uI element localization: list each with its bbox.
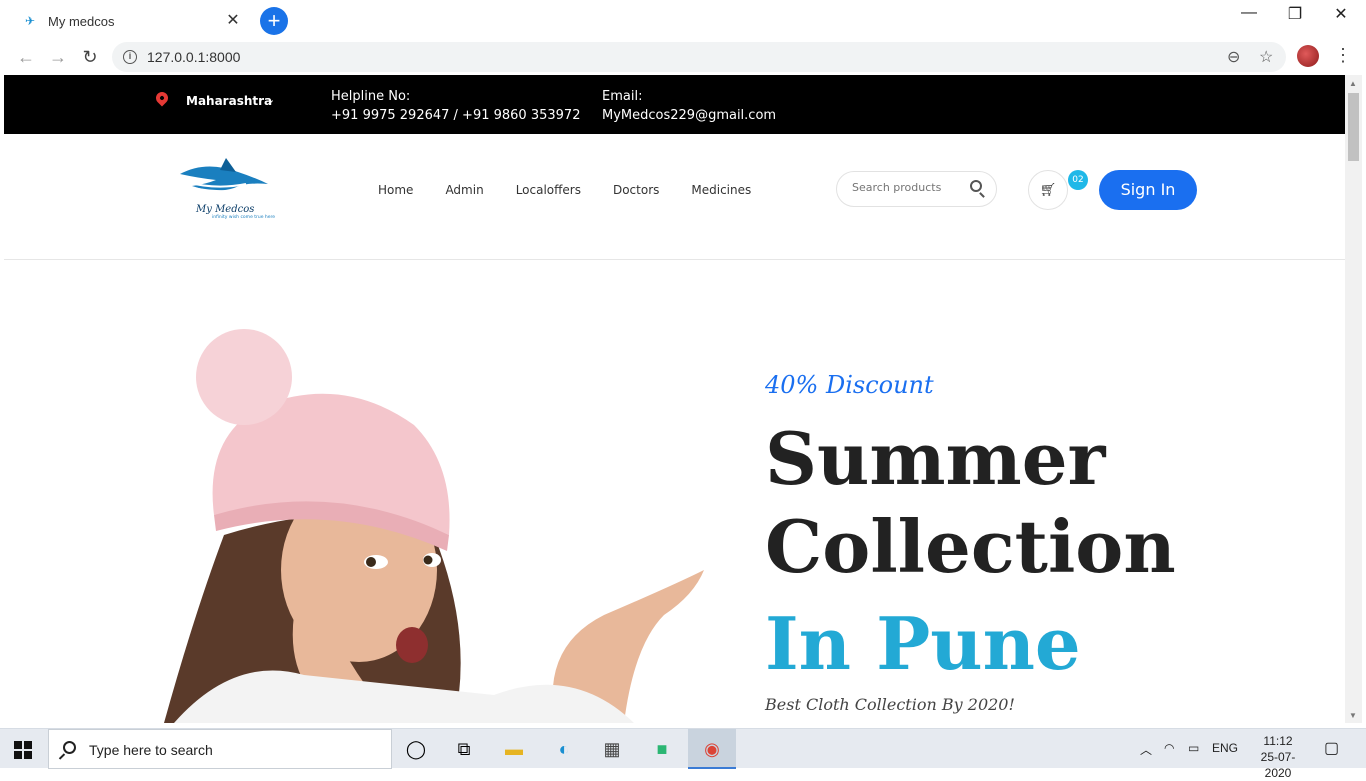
- cart-button[interactable]: 🛒︎: [1028, 170, 1068, 210]
- chevron-down-icon[interactable]: ⌄: [266, 93, 275, 106]
- language-indicator[interactable]: ENG: [1212, 741, 1238, 755]
- hero-headline-accent: In Pune: [765, 601, 1081, 686]
- hero-headline-line2: Collection: [765, 504, 1176, 589]
- logo-dolphin-icon: My Medcos infinity wish come true here: [180, 158, 275, 220]
- file-explorer-icon[interactable]: ▬: [501, 737, 527, 761]
- close-tab-icon[interactable]: ✕: [224, 12, 242, 30]
- helpline-numbers: +91 9975 292647 / +91 9860 353972: [331, 108, 581, 123]
- zoom-icon[interactable]: ⊖: [1227, 47, 1240, 67]
- scroll-up-icon[interactable]: ▲: [1349, 79, 1357, 88]
- sign-in-button[interactable]: Sign In: [1099, 170, 1197, 210]
- helpline-label: Helpline No:: [331, 89, 411, 104]
- close-window-icon[interactable]: ✕: [1326, 4, 1356, 24]
- product-search: [836, 171, 997, 207]
- new-tab-button[interactable]: +: [260, 7, 288, 35]
- hero-image: [164, 329, 704, 723]
- scrollbar-thumb[interactable]: [1348, 93, 1359, 161]
- page-viewport: Maharashtra ⌄ Helpline No: +91 9975 2926…: [4, 75, 1345, 723]
- hero-subline: Best Cloth Collection By 2020!: [765, 695, 1015, 714]
- system-clock[interactable]: 11:12 25-07-2020: [1248, 733, 1308, 781]
- clock-time: 11:12: [1263, 734, 1293, 748]
- store-icon[interactable]: ▦: [599, 737, 625, 761]
- logo-tagline: infinity wish come true here: [212, 214, 275, 220]
- battery-icon[interactable]: ▭: [1188, 741, 1199, 755]
- address-bar[interactable]: i 127.0.0.1:8000 ⊖ ☆: [112, 42, 1286, 72]
- nav-localoffers[interactable]: Localoffers: [516, 183, 581, 197]
- location-pin-icon: [153, 89, 171, 107]
- notification-icon[interactable]: ▢: [1324, 738, 1339, 758]
- hero-discount: 40% Discount: [765, 371, 934, 399]
- cart-count-badge: 02: [1068, 170, 1088, 190]
- email-info: Email: MyMedcos229@gmail.com: [602, 87, 776, 125]
- nav-medicines[interactable]: Medicines: [691, 183, 751, 197]
- search-input[interactable]: [852, 181, 967, 194]
- cart-icon: 🛒︎: [1039, 182, 1057, 197]
- tray-chevron-up-icon[interactable]: ︿: [1140, 741, 1152, 758]
- top-info-bar: Maharashtra ⌄ Helpline No: +91 9975 2926…: [4, 75, 1345, 134]
- main-nav: Home Admin Localoffers Doctors Medicines: [378, 183, 783, 197]
- minimize-icon[interactable]: —: [1234, 4, 1264, 22]
- site-header: My Medcos infinity wish come true here H…: [4, 134, 1345, 260]
- hero-headline-line1: Summer: [765, 416, 1106, 501]
- profile-avatar[interactable]: [1297, 45, 1319, 67]
- taskbar-search-placeholder: Type here to search: [89, 742, 213, 758]
- windows-start-icon[interactable]: [14, 741, 32, 759]
- site-info-icon[interactable]: i: [123, 50, 137, 64]
- windows-taskbar: Type here to search ◯ ⧉ ▬ ◐ ▦ ■ ◉ ︿ ◠ ▭ …: [0, 728, 1366, 780]
- back-icon[interactable]: ←: [15, 46, 37, 68]
- restore-icon[interactable]: ❐: [1280, 4, 1310, 24]
- search-icon[interactable]: [970, 180, 982, 192]
- browser-tab[interactable]: ✈ My medcos ✕: [8, 6, 248, 36]
- hero-headline: Summer Collection: [765, 415, 1176, 591]
- wifi-icon[interactable]: ◠: [1164, 741, 1174, 755]
- forward-icon[interactable]: →: [47, 46, 69, 68]
- chrome-icon[interactable]: ◉: [699, 737, 725, 761]
- location-select[interactable]: Maharashtra: [186, 94, 272, 108]
- edge-browser-icon[interactable]: ◐: [551, 737, 577, 761]
- bookmark-star-icon[interactable]: ☆: [1259, 47, 1273, 67]
- tab-title: My medcos: [48, 13, 115, 29]
- clock-date: 25-07-2020: [1260, 750, 1296, 780]
- nav-home[interactable]: Home: [378, 183, 413, 197]
- nav-admin[interactable]: Admin: [445, 183, 483, 197]
- cortana-icon[interactable]: ◯: [403, 737, 429, 761]
- task-view-icon[interactable]: ⧉: [451, 737, 477, 761]
- scroll-down-icon[interactable]: ▼: [1349, 711, 1357, 720]
- taskbar-search-box[interactable]: Type here to search: [48, 729, 392, 769]
- browser-menu-icon[interactable]: ⋮: [1334, 45, 1352, 66]
- reload-icon[interactable]: ↻: [79, 46, 101, 68]
- site-favicon-icon: ✈: [24, 14, 36, 28]
- taskbar-search-icon: [63, 741, 76, 754]
- email-label: Email:: [602, 89, 643, 104]
- url-text[interactable]: 127.0.0.1:8000: [147, 49, 240, 65]
- helpline-info: Helpline No: +91 9975 292647 / +91 9860 …: [331, 87, 580, 125]
- browser-toolbar: ← → ↻ i 127.0.0.1:8000 ⊖ ☆ ⋮: [0, 40, 1366, 74]
- browser-titlebar: ✈ My medcos ✕ + — ❐ ✕: [0, 0, 1366, 40]
- nav-doctors[interactable]: Doctors: [613, 183, 659, 197]
- email-value[interactable]: MyMedcos229@gmail.com: [602, 106, 776, 125]
- page-scrollbar[interactable]: ▲ ▼: [1345, 75, 1362, 723]
- logo-title: My Medcos: [195, 204, 254, 215]
- pycharm-icon[interactable]: ■: [649, 737, 675, 761]
- site-logo[interactable]: My Medcos infinity wish come true here: [176, 154, 296, 220]
